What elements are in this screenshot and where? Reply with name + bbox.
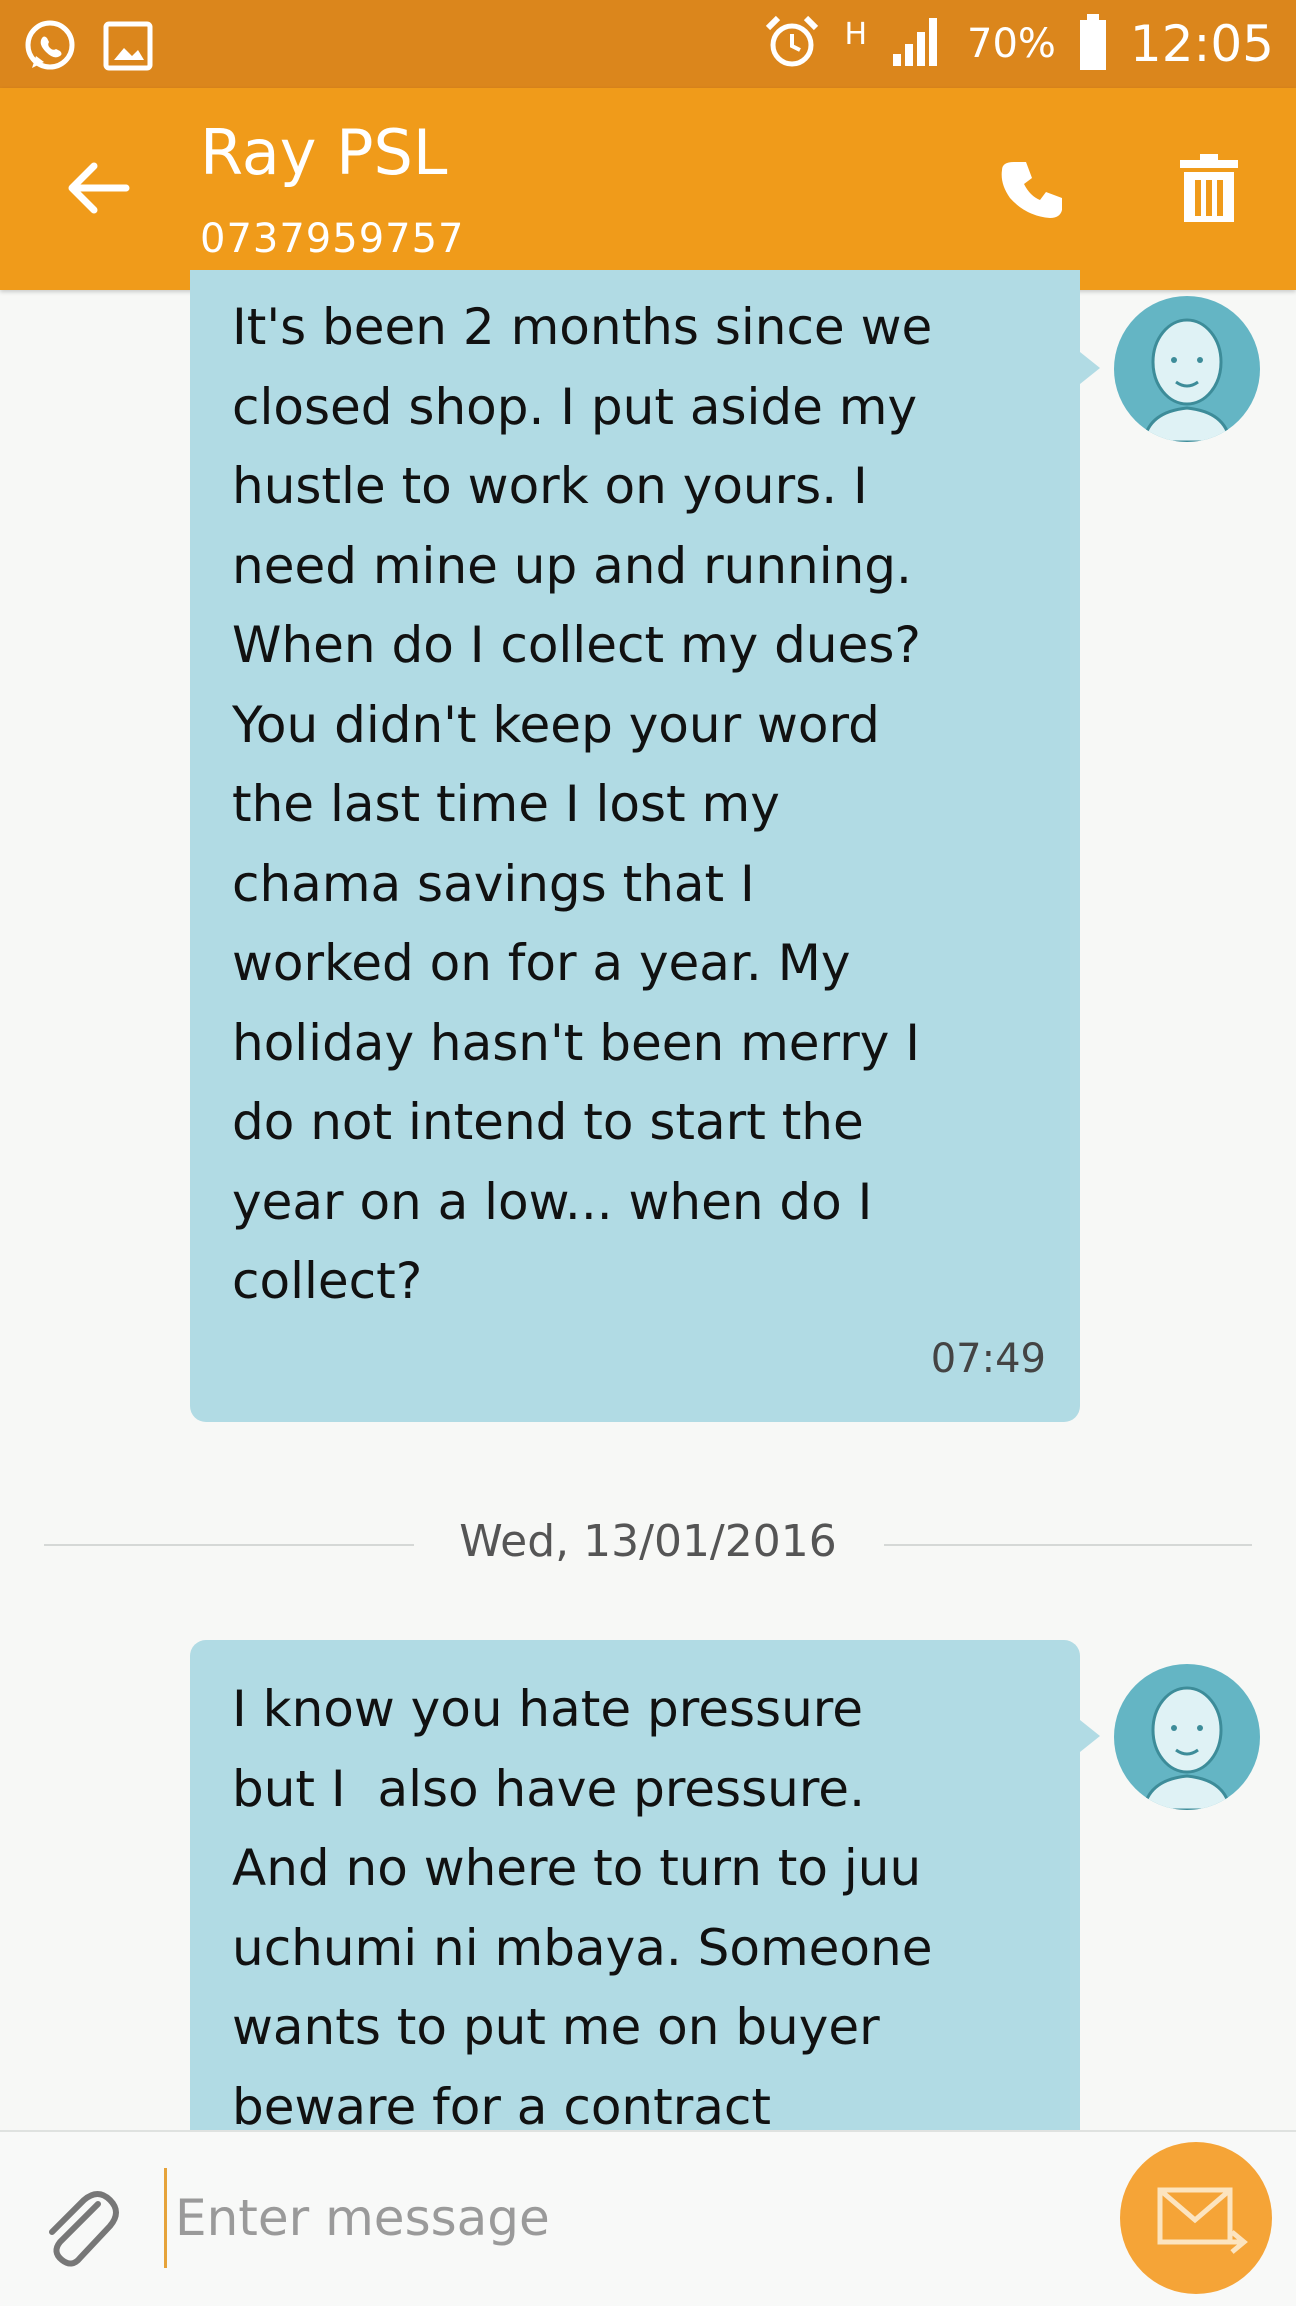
- battery-percent: 70%: [967, 21, 1056, 67]
- message-text: It's been 2 months since we closed shop.…: [232, 298, 933, 1310]
- trash-icon: [1180, 154, 1238, 222]
- avatar[interactable]: [1114, 296, 1260, 442]
- date-separator: Wed, 13/01/2016: [0, 1510, 1296, 1580]
- back-button[interactable]: [60, 148, 140, 228]
- send-button[interactable]: [1120, 2142, 1272, 2294]
- phone-icon: [1001, 162, 1062, 218]
- message-bubble[interactable]: It's been 2 months since we closed shop.…: [190, 270, 1080, 1422]
- clock-time: 12:05: [1129, 15, 1274, 73]
- message-time: 07:49: [930, 1335, 1046, 1382]
- status-bar: H 70% 12:05: [0, 0, 1296, 88]
- date-label: Wed, 13/01/2016: [459, 1516, 837, 1567]
- whatsapp-icon: [22, 18, 78, 78]
- contact-name: Ray PSL: [200, 116, 448, 189]
- bubble-tail: [1080, 352, 1100, 384]
- bubble-tail: [1080, 1720, 1100, 1752]
- back-arrow-icon: [68, 162, 130, 214]
- conversation-header: Ray PSL 0737959757: [0, 88, 1296, 290]
- avatar[interactable]: [1114, 1664, 1260, 1810]
- message-composer: [0, 2130, 1296, 2306]
- paperclip-icon: [49, 2191, 119, 2267]
- person-icon: [1142, 1686, 1232, 1810]
- delete-button[interactable]: [1176, 154, 1242, 224]
- attach-button[interactable]: [36, 2184, 126, 2274]
- message-text: I know you hate pressure but I also have…: [232, 1680, 933, 2136]
- message-input[interactable]: [164, 2168, 1064, 2268]
- image-icon: [102, 20, 154, 76]
- battery-icon: [1078, 12, 1108, 76]
- network-type: H: [844, 16, 867, 52]
- person-icon: [1142, 318, 1232, 442]
- envelope-send-icon: [1157, 2187, 1248, 2254]
- message-bubble[interactable]: I know you hate pressure but I also have…: [190, 1640, 1080, 2160]
- alarm-icon: [762, 12, 822, 76]
- call-button[interactable]: [1000, 154, 1070, 224]
- separator-line: [884, 1544, 1252, 1546]
- contact-number: 0737959757: [200, 216, 465, 262]
- signal-icon: [889, 14, 945, 74]
